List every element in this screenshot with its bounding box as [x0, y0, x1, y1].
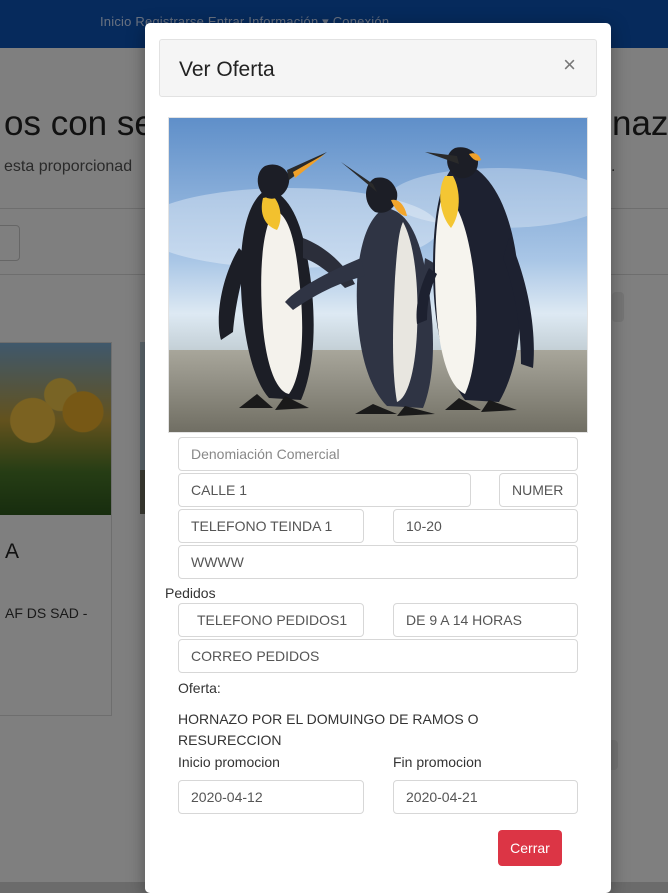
- correo-pedidos-field[interactable]: CORREO PEDIDOS: [178, 639, 578, 673]
- cerrar-button[interactable]: Cerrar: [498, 830, 562, 866]
- horario-tienda-field[interactable]: 10-20: [393, 509, 578, 543]
- pedidos-label: Pedidos: [165, 585, 216, 601]
- inicio-promocion-label: Inicio promocion: [178, 754, 280, 770]
- offer-image: [168, 117, 588, 433]
- numero-field[interactable]: NUMER: [499, 473, 578, 507]
- oferta-description: HORNAZO POR EL DOMUINGO DE RAMOS O RESUR…: [178, 711, 479, 748]
- modal-title: Ver Oferta: [179, 58, 275, 81]
- web-field[interactable]: WWWW: [178, 545, 578, 579]
- fin-promocion-label: Fin promocion: [393, 754, 482, 770]
- fin-promocion-field[interactable]: 2020-04-21: [393, 780, 578, 814]
- telefono-tienda-field[interactable]: TELEFONO TEINDA 1: [178, 509, 364, 543]
- modal-header: Ver Oferta ×: [159, 39, 597, 97]
- close-icon[interactable]: ×: [563, 54, 576, 76]
- telefono-pedidos-field[interactable]: TELEFONO PEDIDOS1: [178, 603, 364, 637]
- oferta-label: Oferta:: [178, 680, 221, 696]
- horario-pedidos-field[interactable]: DE 9 A 14 HORAS: [393, 603, 578, 637]
- inicio-promocion-field[interactable]: 2020-04-12: [178, 780, 364, 814]
- calle-field[interactable]: CALLE 1: [178, 473, 471, 507]
- denominacion-comercial-field[interactable]: Denomiación Comercial: [178, 437, 578, 471]
- view-offer-modal: Ver Oferta × Denomiación Comercial CALLE…: [145, 23, 611, 893]
